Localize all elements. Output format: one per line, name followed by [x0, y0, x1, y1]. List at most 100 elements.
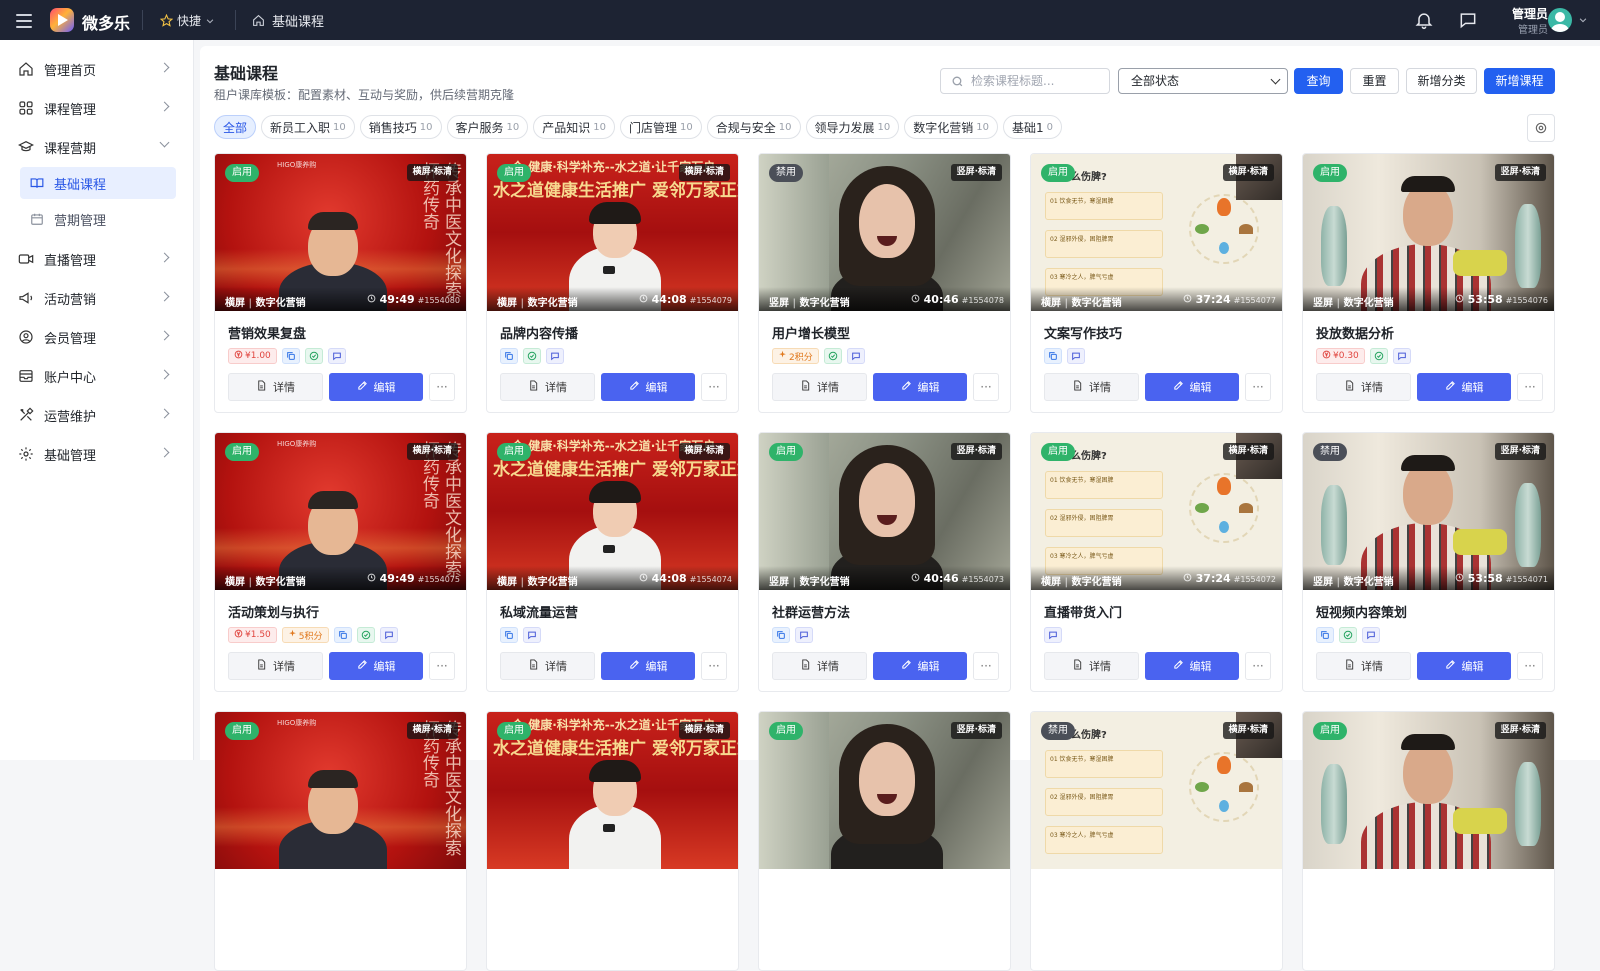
category-chip[interactable]: 产品知识 10 — [533, 115, 616, 139]
category-chip[interactable]: 合规与安全 10 — [706, 115, 801, 139]
bell-icon[interactable] — [1414, 10, 1434, 30]
category-chip[interactable]: 客户服务 10 — [446, 115, 529, 139]
category-chip[interactable]: 全部 — [214, 115, 257, 139]
brand-name: 微多乐 — [82, 14, 131, 33]
course-thumbnail[interactable]: 禁用 竖屏·标清 竖屏 | 数字化营销 53:58 #1554071 — [1303, 433, 1554, 590]
course-title[interactable]: 直播带货入门 — [1044, 602, 1122, 621]
sidebar-subitem-period-management[interactable]: 营期管理 — [20, 203, 176, 235]
reset-button[interactable]: 重置 — [1350, 68, 1399, 94]
course-thumbnail[interactable]: HIGO康养购 传承中医文化探索怀药传奇 启用 横屏·标清 — [215, 712, 466, 869]
detail-button[interactable]: 详情 — [1044, 373, 1139, 401]
more-button[interactable]: ··· — [429, 373, 455, 401]
quick-access-dropdown[interactable]: 快捷 — [160, 12, 215, 29]
sidebar-subitem-basic-courses[interactable]: 基础课程 — [20, 167, 176, 199]
detail-button[interactable]: 详情 — [1044, 652, 1139, 680]
more-button[interactable]: ··· — [973, 373, 999, 401]
more-button[interactable]: ··· — [1517, 652, 1543, 680]
edit-button[interactable]: 编辑 — [329, 652, 423, 680]
copy-icon — [500, 348, 518, 364]
course-title[interactable]: 用户增长模型 — [772, 323, 850, 342]
search-input[interactable]: 检索课程标题... — [940, 68, 1110, 94]
more-button[interactable]: ··· — [1517, 373, 1543, 401]
chevron-down-icon[interactable] — [1578, 15, 1588, 25]
course-thumbnail[interactable]: 启用 竖屏·标清 — [1303, 712, 1554, 869]
course-title[interactable]: 营销效果复盘 — [228, 323, 306, 342]
course-thumbnail[interactable]: 启用 竖屏·标清 竖屏 | 数字化营销 53:58 #1554076 — [1303, 154, 1554, 311]
sidebar-item-marketing[interactable]: 活动营销 — [0, 279, 194, 317]
category-chip[interactable]: 新员工入职 10 — [261, 115, 355, 139]
more-button[interactable]: ··· — [1245, 652, 1271, 680]
detail-button[interactable]: 详情 — [1316, 373, 1411, 401]
course-thumbnail[interactable]: 禁用 竖屏·标清 竖屏 | 数字化营销 40:46 #1554078 — [759, 154, 1010, 311]
edit-button[interactable]: 编辑 — [1417, 652, 1511, 680]
category-chip[interactable]: 基础1 0 — [1003, 115, 1063, 139]
more-button[interactable]: ··· — [701, 373, 727, 401]
course-thumbnail[interactable]: 怎么伤脾? 01 饮食无节，寒湿困脾 02 湿邪外侵，困阻脾胃 03 寒冷之人，脾气亏… — [1031, 154, 1282, 311]
status-select[interactable]: 全部状态 — [1118, 68, 1288, 94]
category-chip[interactable]: 领导力发展 10 — [805, 115, 900, 139]
edit-button[interactable]: 编辑 — [601, 652, 695, 680]
course-title[interactable]: 短视频内容策划 — [1316, 602, 1407, 621]
detail-button[interactable]: 详情 — [772, 373, 867, 401]
course-thumbnail[interactable]: 启用 竖屏·标清 竖屏 | 数字化营销 40:46 #1554073 — [759, 433, 1010, 590]
sidebar-item-live[interactable]: 直播管理 — [0, 240, 194, 278]
course-card: HIGO康养购 传承中医文化探索怀药传奇 启用 横屏·标清 — [214, 711, 467, 971]
course-thumbnail[interactable]: 合·健康·科学补充--水之道·让千家万户水之道健康生活推广 爱邻万家正式启动启用… — [487, 433, 738, 590]
detail-button[interactable]: 详情 — [500, 652, 595, 680]
course-thumbnail[interactable]: 启用 竖屏·标清 — [759, 712, 1010, 869]
more-button[interactable]: ··· — [701, 652, 727, 680]
detail-button[interactable]: 详情 — [772, 652, 867, 680]
detail-button[interactable]: 详情 — [228, 652, 323, 680]
avatar[interactable] — [1548, 8, 1572, 32]
water-icon — [1219, 800, 1229, 812]
sidebar-item-account[interactable]: 账户中心 — [0, 357, 194, 395]
more-button[interactable]: ··· — [1245, 373, 1271, 401]
query-button[interactable]: 查询 — [1294, 68, 1343, 94]
edit-button[interactable]: 编辑 — [329, 373, 423, 401]
course-title[interactable]: 品牌内容传播 — [500, 323, 578, 342]
add-category-button[interactable]: 新增分类 — [1406, 68, 1477, 94]
sidebar-item-courses[interactable]: 课程管理 — [0, 89, 194, 127]
more-button[interactable]: ··· — [973, 652, 999, 680]
detail-button[interactable]: 详情 — [500, 373, 595, 401]
category-chip[interactable]: 销售技巧 10 — [359, 115, 442, 139]
user-name[interactable]: 管理员 — [1498, 5, 1548, 22]
edit-button[interactable]: 编辑 — [873, 373, 967, 401]
hamburger-menu-icon[interactable] — [16, 10, 32, 30]
course-thumbnail[interactable]: 怎么伤脾? 01 饮食无节，寒湿困脾 02 湿邪外侵，困阻脾胃 03 寒冷之人，脾气亏… — [1031, 712, 1282, 869]
edit-button[interactable]: 编辑 — [1417, 373, 1511, 401]
course-title[interactable]: 投放数据分析 — [1316, 323, 1394, 342]
course-thumbnail[interactable]: 合·健康·科学补充--水之道·让千家万户水之道健康生活推广 爱邻万家正式启动启用… — [487, 154, 738, 311]
course-thumbnail[interactable]: HIGO康养购 传承中医文化探索怀药传奇 启用 横屏·标清 横屏 | 数字化营销 49:… — [215, 433, 466, 590]
course-thumbnail[interactable]: 合·健康·科学补充--水之道·让千家万户水之道健康生活推广 爱邻万家正式启动启用… — [487, 712, 738, 869]
course-thumbnail[interactable]: HIGO康养购 传承中医文化探索怀药传奇 启用 横屏·标清 横屏 | 数字化营销 49:… — [215, 154, 466, 311]
edit-button[interactable]: 编辑 — [1145, 652, 1239, 680]
sidebar-item-course-periods[interactable]: 课程营期 — [0, 128, 194, 166]
sidebar-item-basic-settings[interactable]: 基础管理 — [0, 435, 194, 473]
course-thumbnail[interactable]: 怎么伤脾? 01 饮食无节，寒湿困脾 02 湿邪外侵，困阻脾胃 03 寒冷之人，脾气亏… — [1031, 433, 1282, 590]
presenter-face — [859, 742, 915, 816]
sidebar-item-home[interactable]: 管理首页 — [0, 50, 194, 88]
status-badge: 启用 — [1041, 164, 1075, 182]
edit-button[interactable]: 编辑 — [601, 373, 695, 401]
edit-button[interactable]: 编辑 — [873, 652, 967, 680]
copy-icon — [281, 348, 300, 364]
course-title[interactable]: 社群运营方法 — [772, 602, 850, 621]
category-chip[interactable]: 数字化营销 10 — [904, 115, 999, 139]
detail-button[interactable]: 详情 — [1316, 652, 1411, 680]
detail-button[interactable]: 详情 — [228, 373, 323, 401]
view-settings-button[interactable] — [1527, 114, 1555, 142]
edit-button[interactable]: 编辑 — [1145, 373, 1239, 401]
course-title[interactable]: 文案写作技巧 — [1044, 323, 1122, 342]
sidebar-item-operations[interactable]: 运营维护 — [0, 396, 194, 434]
status-badge: 启用 — [497, 722, 531, 740]
price-badge: ¥1.00 — [228, 348, 277, 364]
chat-icon[interactable] — [1458, 10, 1478, 30]
category-chip-count: 10 — [680, 121, 693, 133]
course-title[interactable]: 私域流量运营 — [500, 602, 578, 621]
category-chip[interactable]: 门店管理 10 — [620, 115, 702, 139]
more-button[interactable]: ··· — [429, 652, 455, 680]
course-title[interactable]: 活动策划与执行 — [228, 602, 319, 621]
add-course-button[interactable]: 新增课程 — [1484, 68, 1555, 94]
sidebar-item-members[interactable]: 会员管理 — [0, 318, 194, 356]
